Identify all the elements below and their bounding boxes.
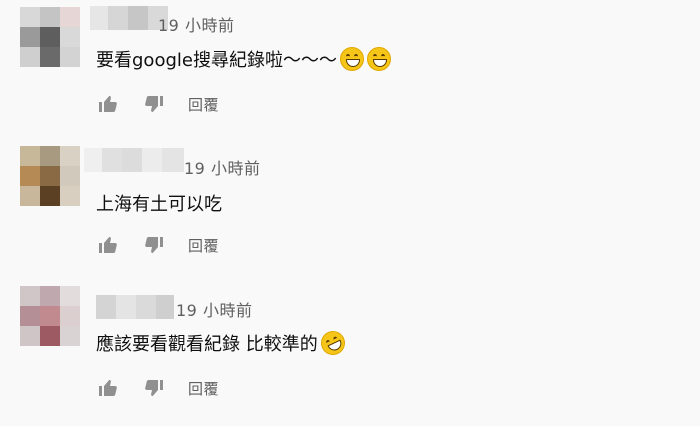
author-name[interactable]: [96, 295, 174, 319]
thumb-up-icon[interactable]: [96, 376, 120, 400]
reply-button[interactable]: 回覆: [188, 94, 219, 115]
comment-text: 上海有土可以吃: [96, 194, 222, 215]
reply-button[interactable]: 回覆: [188, 378, 219, 399]
thumb-down-icon[interactable]: [142, 233, 166, 257]
comment-thread: 19 小時前 上海有土可以吃 回覆: [0, 142, 700, 284]
comment-thread: 19 小時前 要看google搜尋紀錄啦～～～ 回覆: [0, 0, 700, 142]
thumb-up-icon[interactable]: [96, 92, 120, 116]
thumb-down-icon[interactable]: [142, 92, 166, 116]
thumb-up-icon[interactable]: [96, 233, 120, 257]
author-name[interactable]: [84, 148, 184, 172]
grinning-sweat-emoji-icon: [339, 47, 364, 71]
comment-thread: 19 小時前 應該要看觀看紀錄 比較準的 回覆: [0, 284, 700, 426]
comment-timestamp[interactable]: 19 小時前: [176, 297, 252, 321]
comment-text: 應該要看觀看紀錄 比較準的: [96, 327, 349, 359]
comment-text: 要看google搜尋紀錄啦～～～: [96, 46, 391, 72]
avatar[interactable]: [20, 146, 80, 206]
rolling-laugh-emoji-icon: [316, 327, 349, 359]
avatar[interactable]: [20, 286, 80, 346]
comment-actions: 回覆: [96, 233, 219, 257]
avatar[interactable]: [20, 7, 80, 67]
thumb-down-icon[interactable]: [142, 376, 166, 400]
comment-actions: 回覆: [96, 92, 219, 116]
reply-button[interactable]: 回覆: [188, 235, 219, 256]
comment-timestamp[interactable]: 19 小時前: [158, 12, 234, 36]
comment-actions: 回覆: [96, 376, 219, 400]
author-name[interactable]: [90, 6, 168, 30]
grinning-sweat-emoji-icon: [366, 47, 391, 71]
comment-timestamp[interactable]: 19 小時前: [184, 155, 260, 179]
